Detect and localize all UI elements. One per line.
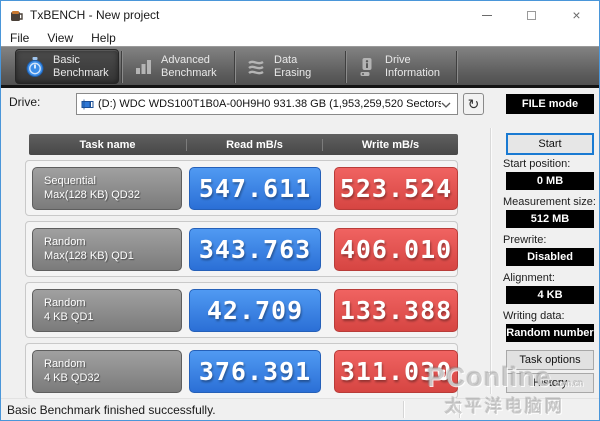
minimize-button[interactable]	[464, 1, 509, 29]
writing-data-label: Writing data:	[503, 310, 565, 322]
menu-view[interactable]: View	[38, 29, 82, 46]
table-row: Random Max(128 KB) QD1 343.763 406.010	[25, 221, 458, 277]
tab-label: Drive Information	[385, 53, 441, 79]
drive-label: Drive:	[9, 95, 41, 109]
read-value: 376.391	[189, 350, 321, 393]
status-divider	[459, 401, 460, 418]
read-value: 343.763	[189, 228, 321, 271]
write-value: 523.524	[334, 167, 458, 210]
table-row: Random 4 KB QD32 376.391 311.030	[25, 343, 458, 399]
close-button[interactable]: ×	[554, 1, 599, 29]
history-button[interactable]: History	[506, 373, 594, 393]
refresh-drives-button[interactable]: ↻	[463, 93, 484, 115]
tab-basic-benchmark[interactable]: Basic Benchmark	[15, 49, 119, 84]
stopwatch-icon	[26, 56, 44, 77]
toolbar-separator	[456, 50, 457, 83]
start-position-value[interactable]: 0 MB	[506, 172, 594, 190]
write-value: 406.010	[334, 228, 458, 271]
toolbar-separator	[234, 50, 235, 83]
write-value: 311.030	[334, 350, 458, 393]
close-icon: ×	[572, 7, 581, 23]
read-value: 547.611	[189, 167, 321, 210]
txbench-window: TxBENCH - New project × File View Help B…	[0, 0, 600, 421]
read-value: 42.709	[189, 289, 321, 332]
title-bar: TxBENCH - New project ×	[1, 1, 599, 29]
start-button[interactable]: Start	[506, 133, 594, 155]
column-task-name: Task name	[79, 138, 136, 151]
disk-icon	[81, 99, 94, 109]
tab-advanced-benchmark[interactable]: Advanced Benchmark	[124, 49, 232, 84]
tab-label: Basic Benchmark	[53, 53, 109, 79]
column-read: Read mB/s	[186, 138, 322, 151]
menu-bar: File View Help	[1, 29, 599, 46]
toolbar-bottom-strip	[1, 85, 599, 88]
menu-file[interactable]: File	[1, 29, 38, 46]
toolbar-separator	[345, 50, 346, 83]
prewrite-value[interactable]: Disabled	[506, 248, 594, 266]
table-row: Random 4 KB QD1 42.709 133.388	[25, 282, 458, 338]
toolbar: Basic Benchmark Advanced Benchmark Data …	[1, 46, 599, 88]
alignment-value[interactable]: 4 KB	[506, 286, 594, 304]
minimize-icon	[481, 14, 492, 16]
writing-data-value[interactable]: Random number	[506, 324, 594, 342]
task-button[interactable]: Random 4 KB QD32	[32, 350, 182, 393]
measurement-size-label: Measurement size:	[503, 196, 596, 208]
status-bar: Basic Benchmark finished successfully.	[1, 398, 599, 420]
task-button[interactable]: Random Max(128 KB) QD1	[32, 228, 182, 271]
table-row: Sequential Max(128 KB) QD32 547.611 523.5…	[25, 160, 458, 216]
window-title: TxBENCH - New project	[30, 8, 160, 22]
chevron-down-icon	[441, 95, 451, 113]
file-mode-button[interactable]: FILE mode	[506, 94, 594, 114]
status-message: Basic Benchmark finished successfully.	[7, 402, 216, 417]
start-position-label: Start position:	[503, 158, 571, 170]
tab-data-erasing[interactable]: Data Erasing	[237, 49, 343, 84]
prewrite-label: Prewrite:	[503, 234, 547, 246]
benchmark-table-header: Task name Read mB/s Write mB/s	[29, 134, 458, 155]
tab-label: Data Erasing	[274, 53, 312, 79]
eraser-icon	[248, 60, 264, 74]
task-button[interactable]: Sequential Max(128 KB) QD32	[32, 167, 182, 210]
tab-label: Advanced Benchmark	[161, 53, 217, 79]
refresh-icon: ↻	[467, 95, 480, 112]
tab-drive-information[interactable]: Drive Information	[348, 49, 454, 84]
task-button[interactable]: Random 4 KB QD1	[32, 289, 182, 332]
drive-select[interactable]: (D:) WDC WDS100T1B0A-00H9H0 931.38 GB (1…	[76, 93, 458, 115]
menu-help[interactable]: Help	[82, 29, 125, 46]
toolbar-separator	[121, 50, 122, 83]
maximize-button[interactable]	[509, 1, 554, 29]
measurement-size-value[interactable]: 512 MB	[506, 210, 594, 228]
panel-divider	[490, 128, 491, 394]
alignment-label: Alignment:	[503, 272, 555, 284]
app-icon	[11, 10, 23, 21]
task-options-button[interactable]: Task options	[506, 350, 594, 370]
drive-selected-option: (D:) WDC WDS100T1B0A-00H9H0 931.38 GB (1…	[98, 98, 441, 110]
write-value: 133.388	[334, 289, 458, 332]
maximize-icon	[527, 10, 536, 20]
status-divider	[403, 401, 404, 418]
column-write: Write mB/s	[322, 138, 458, 151]
bar-chart-icon	[136, 59, 151, 74]
drive-info-icon	[360, 57, 372, 76]
